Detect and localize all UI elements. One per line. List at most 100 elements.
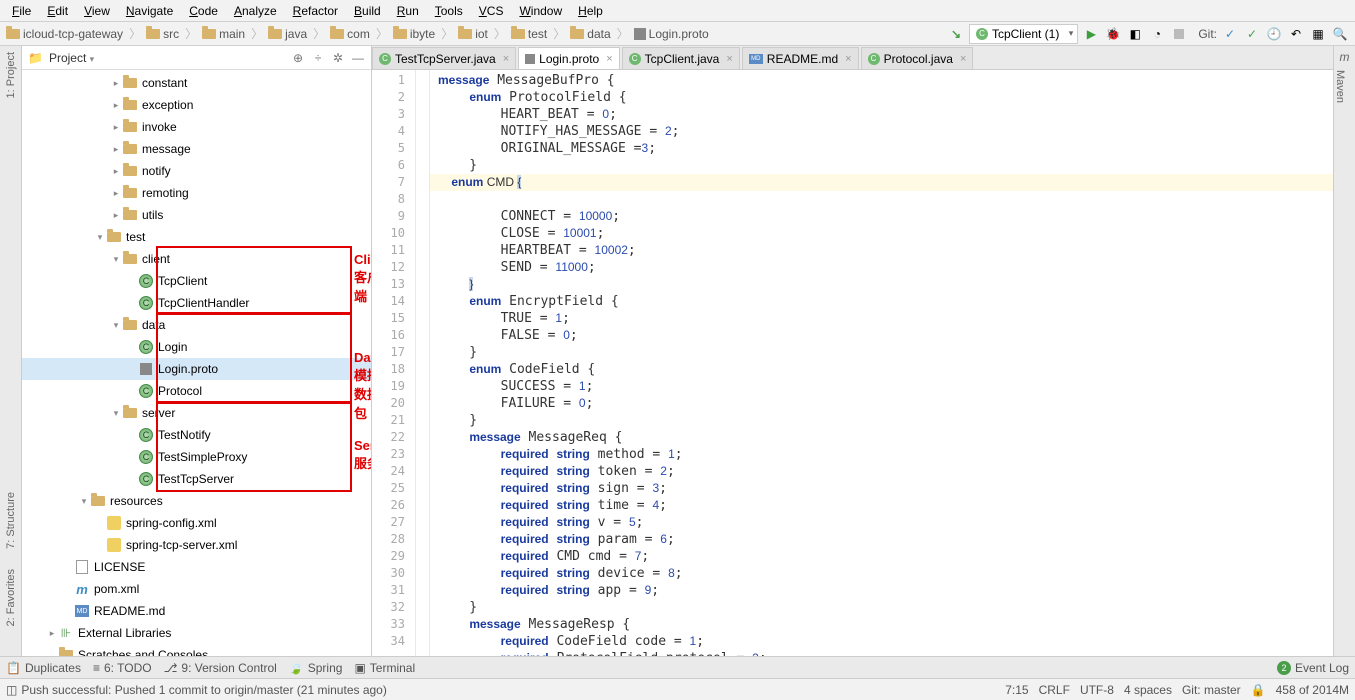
project-structure-button[interactable]: ▦: [1309, 25, 1327, 43]
tool-favorites[interactable]: 2: Favorites: [5, 569, 17, 626]
menu-help[interactable]: Help: [570, 2, 611, 20]
tree-arrow-icon[interactable]: ▸: [110, 78, 122, 89]
code-area[interactable]: message MessageBufPro { enum ProtocolFie…: [430, 70, 1333, 676]
run-config-selector[interactable]: C TcpClient (1): [969, 24, 1078, 44]
crumb-com[interactable]: com〉: [330, 25, 391, 42]
tree-row-exception[interactable]: ▸exception: [22, 94, 371, 116]
tree-row-message[interactable]: ▸message: [22, 138, 371, 160]
tab-protocol-java[interactable]: CProtocol.java×: [861, 47, 974, 69]
locate-icon[interactable]: ⊕: [291, 51, 305, 65]
tree-arrow-icon[interactable]: ▾: [110, 254, 122, 265]
menu-build[interactable]: Build: [346, 2, 389, 20]
status-line-separator[interactable]: CRLF: [1039, 683, 1070, 697]
tool-maven[interactable]: Maven: [1334, 70, 1346, 103]
tool-structure[interactable]: 7: Structure: [5, 492, 17, 549]
hide-icon[interactable]: —: [351, 51, 365, 65]
lock-icon[interactable]: 🔒: [1251, 683, 1266, 697]
tree-arrow-icon[interactable]: ▸: [110, 188, 122, 199]
tree-arrow-icon[interactable]: ▾: [110, 408, 122, 419]
close-icon[interactable]: ×: [606, 53, 612, 65]
status-indent[interactable]: 4 spaces: [1124, 683, 1172, 697]
tree-row-data[interactable]: ▾data: [22, 314, 371, 336]
tree-arrow-icon[interactable]: ▾: [110, 320, 122, 331]
tree-row-tcpclienthandler[interactable]: ▸CTcpClientHandler: [22, 292, 371, 314]
tree-arrow-icon[interactable]: ▸: [110, 166, 122, 177]
menu-analyze[interactable]: Analyze: [226, 2, 285, 20]
profile-button[interactable]: ◔: [1148, 25, 1166, 43]
project-tree[interactable]: ▸constant▸exception▸invoke▸message▸notif…: [22, 70, 371, 676]
crumb-file[interactable]: Login.proto: [634, 27, 709, 41]
tree-row-server[interactable]: ▾server: [22, 402, 371, 424]
vcs-commit-button[interactable]: ✓: [1243, 25, 1261, 43]
search-button[interactable]: 🔍: [1331, 25, 1349, 43]
event-log-button[interactable]: 2 Event Log: [1277, 661, 1349, 675]
menu-file[interactable]: File: [4, 2, 39, 20]
debug-button[interactable]: 🐞: [1104, 25, 1122, 43]
vcs-revert-button[interactable]: ↶: [1287, 25, 1305, 43]
close-icon[interactable]: ×: [845, 53, 851, 65]
menu-refactor[interactable]: Refactor: [285, 2, 346, 20]
tool-duplicates[interactable]: 📋 Duplicates: [6, 661, 81, 675]
tree-arrow-icon[interactable]: ▾: [78, 496, 90, 507]
status-memory[interactable]: 458 of 2014M: [1276, 683, 1349, 697]
menu-window[interactable]: Window: [511, 2, 570, 20]
status-window-icon[interactable]: ◫: [6, 683, 17, 697]
tree-row-invoke[interactable]: ▸invoke: [22, 116, 371, 138]
maven-icon[interactable]: m: [1334, 50, 1355, 64]
tool-terminal[interactable]: ▣ Terminal: [354, 661, 415, 675]
tree-row-spring-tcp-server-xml[interactable]: ▸spring-tcp-server.xml: [22, 534, 371, 556]
tree-arrow-icon[interactable]: ▸: [110, 144, 122, 155]
tree-row-login-proto[interactable]: ▸Login.proto: [22, 358, 371, 380]
crumb-data[interactable]: data〉: [570, 25, 631, 42]
build-button[interactable]: ↘: [947, 25, 965, 43]
menu-tools[interactable]: Tools: [427, 2, 471, 20]
tree-row-resources[interactable]: ▾resources: [22, 490, 371, 512]
tree-row-pom-xml[interactable]: ▸mpom.xml: [22, 578, 371, 600]
crumb-iot[interactable]: iot〉: [458, 25, 509, 42]
tree-arrow-icon[interactable]: ▸: [110, 210, 122, 221]
close-icon[interactable]: ×: [726, 53, 732, 65]
settings-icon[interactable]: ✲: [331, 51, 345, 65]
crumb-test[interactable]: test〉: [511, 25, 568, 42]
vcs-update-button[interactable]: ✓: [1221, 25, 1239, 43]
tab-testtcpserver-java[interactable]: CTestTcpServer.java×: [372, 47, 516, 69]
tab-login-proto[interactable]: Login.proto×: [518, 47, 619, 69]
menu-vcs[interactable]: VCS: [471, 2, 512, 20]
tree-row-license[interactable]: ▸LICENSE: [22, 556, 371, 578]
status-encoding[interactable]: UTF-8: [1080, 683, 1114, 697]
menu-view[interactable]: View: [76, 2, 118, 20]
close-icon[interactable]: ×: [503, 53, 509, 65]
tool-version-control[interactable]: ⎇ 9: Version Control: [164, 661, 277, 675]
crumb-ibyte[interactable]: ibyte〉: [393, 25, 456, 42]
tree-arrow-icon[interactable]: ▸: [46, 628, 58, 639]
crumb-main[interactable]: main〉: [202, 25, 266, 42]
tool-project[interactable]: 1: Project: [5, 52, 17, 98]
stop-button[interactable]: [1170, 25, 1188, 43]
tree-row-utils[interactable]: ▸utils: [22, 204, 371, 226]
tree-arrow-icon[interactable]: ▸: [110, 100, 122, 111]
tree-row-protocol[interactable]: ▸CProtocol: [22, 380, 371, 402]
tree-row-external-libraries[interactable]: ▸⊪External Libraries: [22, 622, 371, 644]
tool-todo[interactable]: ≡ 6: TODO: [93, 661, 152, 675]
tree-row-spring-config-xml[interactable]: ▸spring-config.xml: [22, 512, 371, 534]
tool-spring[interactable]: 🍃 Spring: [289, 661, 343, 675]
crumb-java[interactable]: java〉: [268, 25, 328, 42]
tab-readme-md[interactable]: MDREADME.md×: [742, 47, 859, 69]
tree-row-notify[interactable]: ▸notify: [22, 160, 371, 182]
tree-row-testnotify[interactable]: ▸CTestNotify: [22, 424, 371, 446]
menu-navigate[interactable]: Navigate: [118, 2, 181, 20]
tree-row-constant[interactable]: ▸constant: [22, 72, 371, 94]
menu-code[interactable]: Code: [181, 2, 226, 20]
tree-row-testtcpserver[interactable]: ▸CTestTcpServer: [22, 468, 371, 490]
tree-row-tcpclient[interactable]: ▸CTcpClient: [22, 270, 371, 292]
tree-arrow-icon[interactable]: ▾: [94, 232, 106, 243]
tree-row-client[interactable]: ▾client: [22, 248, 371, 270]
collapse-icon[interactable]: ÷: [311, 51, 325, 65]
coverage-button[interactable]: ◧: [1126, 25, 1144, 43]
tab-tcpclient-java[interactable]: CTcpClient.java×: [622, 47, 740, 69]
tree-arrow-icon[interactable]: ▸: [110, 122, 122, 133]
crumb-src[interactable]: src〉: [146, 25, 200, 42]
menu-edit[interactable]: Edit: [39, 2, 76, 20]
project-panel-title[interactable]: Project ▾: [49, 51, 285, 65]
crumb-root[interactable]: icloud-tcp-gateway〉: [6, 25, 144, 42]
